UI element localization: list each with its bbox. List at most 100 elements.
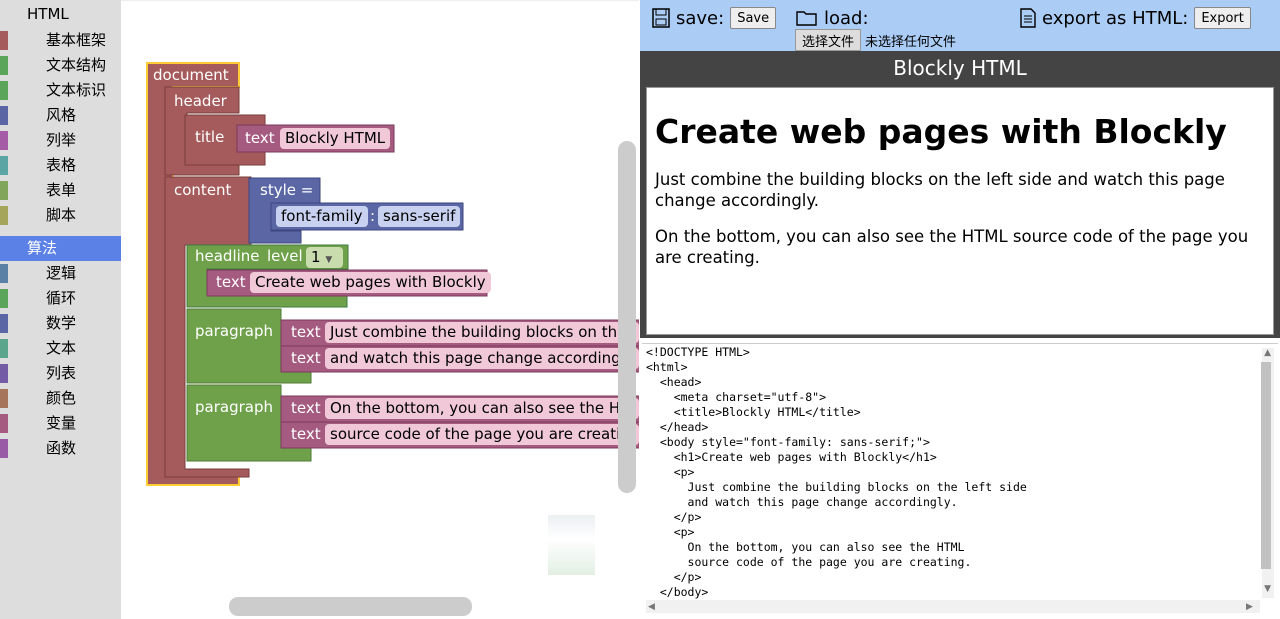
- title-label: title: [195, 128, 225, 146]
- p2-text1-field[interactable]: On the bottom, you can also see the HT: [325, 398, 639, 419]
- workspace-horizontal-scrollbar[interactable]: [229, 597, 472, 616]
- title-text-field[interactable]: Blockly HTML: [280, 128, 391, 149]
- choose-file-button[interactable]: 选择文件: [795, 29, 862, 51]
- scroll-down-icon[interactable]: ▼: [1264, 584, 1271, 594]
- category-color-swatch: [0, 314, 8, 333]
- toolbox-category-label: 文本: [46, 339, 77, 357]
- category-color-swatch: [0, 389, 8, 408]
- toolbox-category-label: 数学: [46, 314, 77, 332]
- category-color-swatch: [0, 414, 8, 433]
- p1-text1-field[interactable]: Just combine the building blocks on the: [325, 322, 639, 343]
- toolbox-category[interactable]: 表单: [0, 178, 121, 203]
- no-file-label: 未选择任何文件: [865, 34, 957, 50]
- toolbox-category-label: 文本结构: [46, 56, 107, 74]
- headline-label: headline: [195, 247, 260, 265]
- category-color-swatch: [0, 156, 8, 175]
- scroll-right-icon[interactable]: ▶: [1246, 602, 1253, 612]
- chevron-down-icon: ▼: [325, 255, 333, 265]
- headline-text-label: text: [216, 273, 246, 291]
- toolbox-category-label: 文本标识: [46, 81, 107, 99]
- toolbar: save: Save load: 选择文件 未选择任何文件 export as …: [640, 0, 1280, 51]
- scroll-up-icon[interactable]: ▲: [1264, 348, 1271, 358]
- toolbox-category-label: 变量: [46, 414, 77, 432]
- toolbox-category[interactable]: 表格: [0, 153, 121, 178]
- toolbox-category[interactable]: 变量: [0, 411, 121, 436]
- p1-text2-label: text: [291, 349, 321, 367]
- category-color-swatch: [0, 206, 8, 225]
- toolbox-category[interactable]: 文本: [0, 336, 121, 361]
- toolbox-category[interactable]: HTML: [0, 2, 121, 27]
- source-code-panel[interactable]: <!DOCTYPE HTML> <html> <head> <meta char…: [642, 343, 1278, 615]
- scroll-left-icon[interactable]: ◀: [648, 602, 655, 612]
- workspace-vertical-scrollbar[interactable]: [618, 141, 636, 493]
- toolbox-category-label: 基本框架: [46, 31, 107, 49]
- p2-text1-label: text: [291, 399, 321, 417]
- toolbox-category[interactable]: 脚本: [0, 203, 121, 228]
- toolbox-category-label: 脚本: [46, 206, 77, 224]
- toolbox-category[interactable]: 颜色: [0, 386, 121, 411]
- toolbox-category-label: 表单: [46, 181, 77, 199]
- category-color-swatch: [0, 439, 8, 458]
- trash-can-icon[interactable]: [548, 515, 595, 575]
- category-color-swatch: [0, 81, 8, 100]
- toolbox-category-label: 风格: [46, 106, 77, 124]
- save-icon: [652, 8, 670, 28]
- colon-label: :: [370, 207, 376, 225]
- p2-text2-field[interactable]: source code of the page you are creatin: [325, 424, 639, 445]
- toolbox-category[interactable]: 基本框架: [0, 28, 121, 53]
- paragraph1-label: paragraph: [195, 322, 273, 340]
- document-icon: [1020, 8, 1036, 28]
- html-preview: Create web pages with Blockly Just combi…: [646, 87, 1274, 335]
- export-button[interactable]: Export: [1194, 7, 1251, 29]
- blockly-workspace[interactable]: document header title text Blockly HTML …: [121, 0, 639, 619]
- toolbox-category[interactable]: 列表: [0, 361, 121, 386]
- title-text-label: text: [245, 129, 275, 147]
- level-dropdown[interactable]: 1 ▼: [306, 247, 343, 268]
- content-label: content: [174, 181, 232, 199]
- category-color-swatch: [0, 181, 8, 200]
- toolbox-category-label: HTML: [27, 5, 69, 23]
- toolbox-category[interactable]: 逻辑: [0, 261, 121, 286]
- toolbox-category[interactable]: 函数: [0, 436, 121, 461]
- toolbox-category[interactable]: 循环: [0, 286, 121, 311]
- preview-heading: Create web pages with Blockly: [655, 112, 1227, 151]
- toolbox-category[interactable]: 列举: [0, 128, 121, 153]
- category-color-swatch: [0, 131, 8, 150]
- toolbox-category-label: 列举: [46, 131, 77, 149]
- load-label: load:: [824, 7, 869, 29]
- category-color-swatch: [0, 289, 8, 308]
- folder-icon: [796, 11, 817, 26]
- category-color-swatch: [0, 31, 8, 50]
- toolbox-category[interactable]: 风格: [0, 103, 121, 128]
- toolbox-category-label: 颜色: [46, 389, 77, 407]
- panel-title: Blockly HTML: [640, 51, 1280, 85]
- export-label: export as HTML:: [1042, 7, 1189, 29]
- toolbox-category-label: 逻辑: [46, 264, 77, 282]
- save-button[interactable]: Save: [730, 7, 777, 29]
- toolbox-category-label: 算法: [27, 239, 58, 257]
- source-code-text: <!DOCTYPE HTML> <html> <head> <meta char…: [646, 345, 1027, 599]
- toolbox-category-label: 列表: [46, 364, 77, 382]
- category-color-swatch: [0, 106, 8, 125]
- header-label: header: [174, 92, 227, 110]
- toolbox-category-label: 表格: [46, 156, 77, 174]
- font-family-field[interactable]: font-family: [276, 206, 368, 227]
- document-label: document: [153, 66, 229, 84]
- headline-text-field[interactable]: Create web pages with Blockly: [250, 272, 491, 293]
- level-value: 1: [311, 248, 321, 266]
- toolbox-category[interactable]: 数学: [0, 311, 121, 336]
- preview-paragraph-1: Just combine the building blocks on the …: [655, 170, 1225, 210]
- category-color-swatch: [0, 364, 8, 383]
- source-horizontal-scrollbar[interactable]: [646, 600, 1260, 613]
- style-label: style =: [260, 181, 314, 199]
- toolbox-category[interactable]: 算法: [0, 236, 121, 261]
- toolbox-category[interactable]: 文本标识: [0, 78, 121, 103]
- toolbox-category-label: 循环: [46, 289, 77, 307]
- category-color-swatch: [0, 56, 8, 75]
- toolbox-category[interactable]: 文本结构: [0, 53, 121, 78]
- toolbox-category-label: 函数: [46, 439, 77, 457]
- preview-frame: Create web pages with Blockly Just combi…: [640, 85, 1280, 338]
- source-vertical-thumb[interactable]: [1261, 362, 1271, 569]
- font-value-field[interactable]: sans-serif: [378, 206, 461, 227]
- p1-text2-field[interactable]: and watch this page change accordingly: [325, 348, 639, 369]
